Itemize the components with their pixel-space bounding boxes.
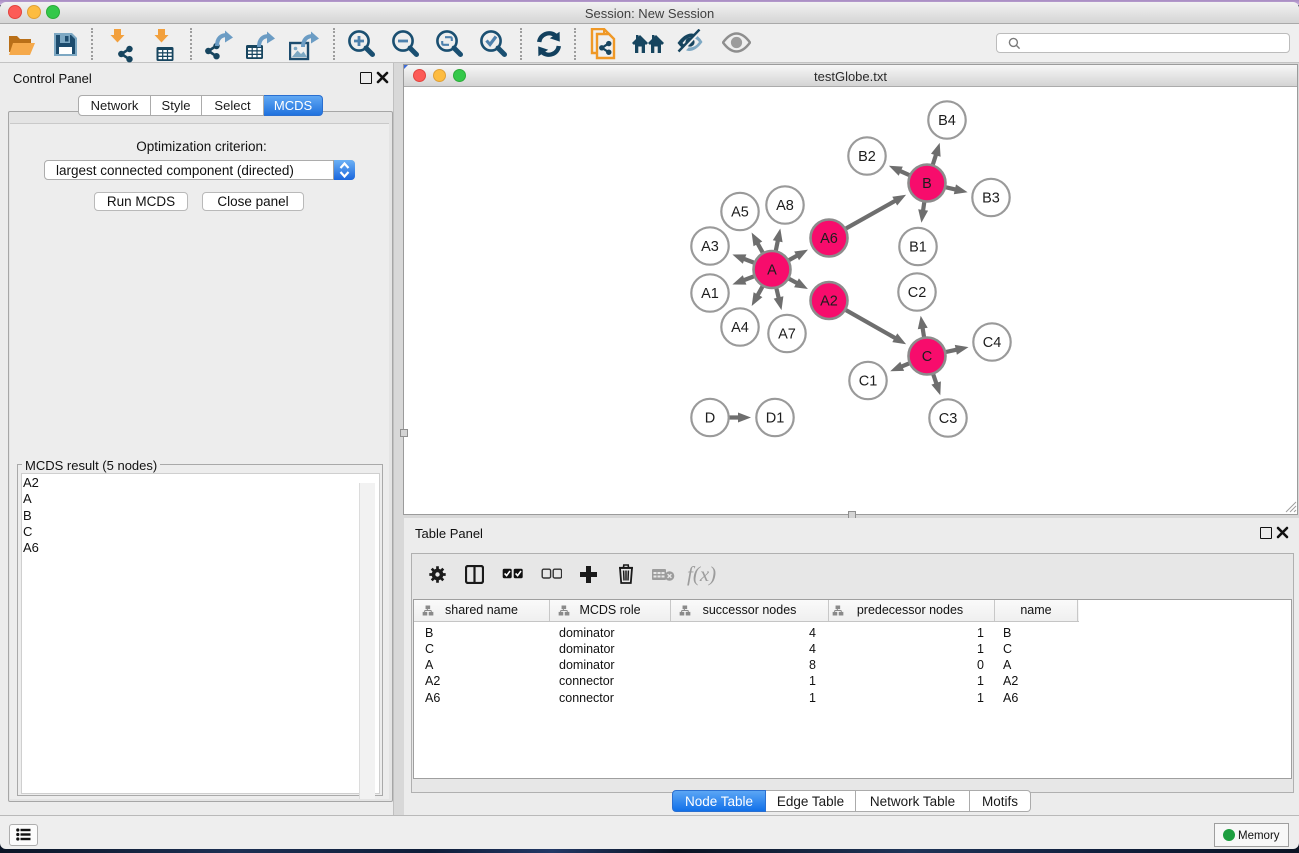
svg-text:B2: B2 <box>858 149 876 165</box>
svg-text:D: D <box>705 411 715 427</box>
svg-text:D1: D1 <box>766 411 785 427</box>
svg-text:A7: A7 <box>778 327 796 343</box>
svg-text:A1: A1 <box>701 286 719 302</box>
svg-text:B1: B1 <box>909 240 927 256</box>
svg-text:A4: A4 <box>731 320 749 336</box>
svg-text:A: A <box>767 263 777 279</box>
svg-text:C1: C1 <box>859 374 878 390</box>
svg-text:A6: A6 <box>820 231 838 247</box>
svg-text:B4: B4 <box>938 113 956 129</box>
svg-text:C2: C2 <box>908 285 927 301</box>
svg-text:B: B <box>922 176 932 192</box>
svg-text:C4: C4 <box>983 335 1002 351</box>
svg-text:A2: A2 <box>820 294 838 310</box>
svg-text:A5: A5 <box>731 205 749 221</box>
svg-text:C: C <box>922 349 932 365</box>
svg-text:A3: A3 <box>701 239 719 255</box>
svg-text:A8: A8 <box>776 198 794 214</box>
svg-text:C3: C3 <box>939 411 958 427</box>
svg-text:B3: B3 <box>982 191 1000 207</box>
